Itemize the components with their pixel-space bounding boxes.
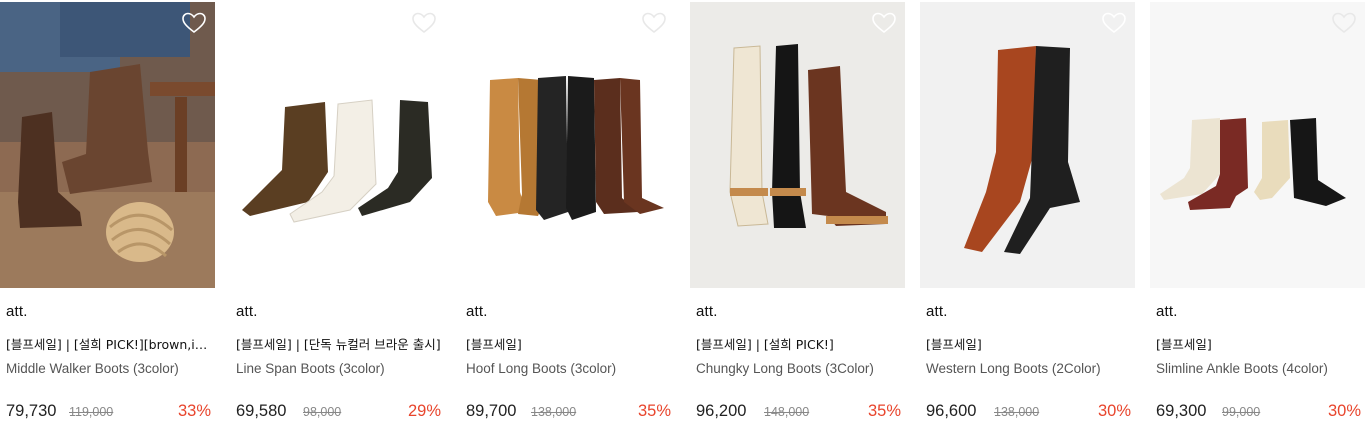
sale-price: 96,200 [696,402,747,420]
brand-name[interactable]: att. [926,303,948,320]
original-price: 138,000 [531,405,577,419]
promo-tag[interactable]: [블프세일] [466,334,672,353]
promo-tag[interactable]: [블프세일] | [단독 뉴컬러 브라운 출시] [236,334,442,353]
hoof-long-boots-photo [460,2,675,288]
product-name[interactable]: Western Long Boots (2Color) [926,361,1132,376]
brand-name[interactable]: att. [6,303,28,320]
product-card[interactable]: att. [블프세일] Western Long Boots (2Color) … [920,0,1135,426]
heart-icon[interactable] [411,11,437,35]
product-image[interactable] [690,2,905,288]
chungky-long-boots-photo [690,2,905,288]
brand-name[interactable]: att. [466,303,488,320]
product-image[interactable] [0,2,215,288]
line-span-boots-photo [230,2,445,288]
brand-name[interactable]: att. [236,303,258,320]
promo-tag[interactable]: [블프세일] | [설희 PICK!][brown,ivory] [6,334,212,353]
sale-price: 69,580 [236,402,287,420]
brand-name[interactable]: att. [1156,303,1178,320]
product-grid: att. [블프세일] | [설희 PICK!][brown,ivory] Mi… [0,0,1372,426]
product-image[interactable] [1150,2,1365,288]
promo-tag[interactable]: [블프세일] | [설희 PICK!] [696,334,902,353]
slimline-ankle-boots-photo [1150,2,1365,288]
product-card[interactable]: att. [블프세일] | [단독 뉴컬러 브라운 출시] Line Span … [230,0,445,426]
discount-rate: 35% [867,402,901,420]
discount-rate: 30% [1327,402,1361,420]
original-price: 138,000 [994,405,1040,419]
sale-price: 96,600 [926,402,977,420]
brand-name[interactable]: att. [696,303,718,320]
western-long-boots-photo [920,2,1135,288]
discount-rate: 30% [1097,402,1131,420]
discount-rate: 33% [177,402,211,420]
product-name[interactable]: Middle Walker Boots (3color) [6,361,212,376]
promo-tag[interactable]: [블프세일] [1156,334,1362,353]
heart-icon[interactable] [641,11,667,35]
discount-rate: 35% [637,402,671,420]
heart-icon[interactable] [181,11,207,35]
product-card[interactable]: att. [블프세일] Slimline Ankle Boots (4color… [1150,0,1365,426]
promo-tag[interactable]: [블프세일] [926,334,1132,353]
product-name[interactable]: Line Span Boots (3color) [236,361,442,376]
heart-icon[interactable] [1101,11,1127,35]
middle-walker-boots-photo [0,2,215,288]
sale-price: 79,730 [6,402,57,420]
product-card[interactable]: att. [블프세일] | [설희 PICK!] Chungky Long Bo… [690,0,905,426]
sale-price: 69,300 [1156,402,1207,420]
product-name[interactable]: Hoof Long Boots (3color) [466,361,672,376]
heart-icon[interactable] [1331,11,1357,35]
original-price: 99,000 [1222,405,1261,419]
product-card[interactable]: att. [블프세일] | [설희 PICK!][brown,ivory] Mi… [0,0,215,426]
original-price: 119,000 [69,405,114,419]
original-price: 148,000 [764,405,810,419]
product-image[interactable] [230,2,445,288]
product-card[interactable]: att. [블프세일] Hoof Long Boots (3color) 89,… [460,0,675,426]
product-name[interactable]: Chungky Long Boots (3Color) [696,361,902,376]
product-name[interactable]: Slimline Ankle Boots (4color) [1156,361,1362,376]
sale-price: 89,700 [466,402,517,420]
product-image[interactable] [920,2,1135,288]
product-image[interactable] [460,2,675,288]
discount-rate: 29% [407,402,441,420]
original-price: 98,000 [303,405,342,419]
heart-icon[interactable] [871,11,897,35]
